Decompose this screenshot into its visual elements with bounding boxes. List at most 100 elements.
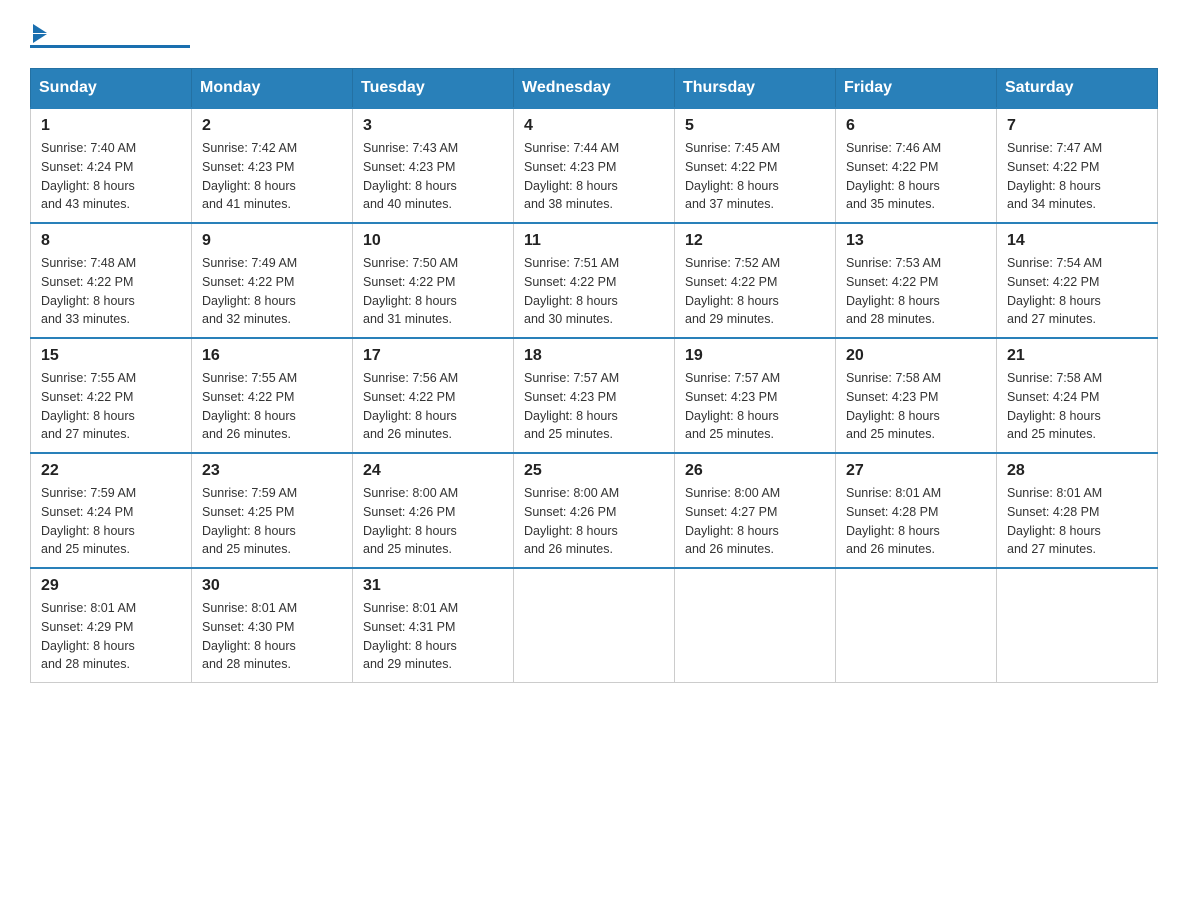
day-info: Sunrise: 7:45 AM Sunset: 4:22 PM Dayligh… bbox=[685, 139, 825, 214]
day-number: 9 bbox=[202, 232, 342, 250]
col-header-sunday: Sunday bbox=[31, 69, 192, 109]
day-number: 19 bbox=[685, 347, 825, 365]
day-info: Sunrise: 7:44 AM Sunset: 4:23 PM Dayligh… bbox=[524, 139, 664, 214]
calendar-cell: 17 Sunrise: 7:56 AM Sunset: 4:22 PM Dayl… bbox=[353, 338, 514, 453]
day-info: Sunrise: 7:50 AM Sunset: 4:22 PM Dayligh… bbox=[363, 254, 503, 329]
calendar-cell: 7 Sunrise: 7:47 AM Sunset: 4:22 PM Dayli… bbox=[997, 108, 1158, 223]
day-number: 7 bbox=[1007, 117, 1147, 135]
day-info: Sunrise: 8:01 AM Sunset: 4:30 PM Dayligh… bbox=[202, 599, 342, 674]
day-info: Sunrise: 8:00 AM Sunset: 4:27 PM Dayligh… bbox=[685, 484, 825, 559]
calendar-cell: 26 Sunrise: 8:00 AM Sunset: 4:27 PM Dayl… bbox=[675, 453, 836, 568]
day-info: Sunrise: 8:01 AM Sunset: 4:28 PM Dayligh… bbox=[1007, 484, 1147, 559]
calendar-cell: 8 Sunrise: 7:48 AM Sunset: 4:22 PM Dayli… bbox=[31, 223, 192, 338]
calendar-cell: 29 Sunrise: 8:01 AM Sunset: 4:29 PM Dayl… bbox=[31, 568, 192, 683]
day-number: 11 bbox=[524, 232, 664, 250]
day-info: Sunrise: 8:01 AM Sunset: 4:28 PM Dayligh… bbox=[846, 484, 986, 559]
day-info: Sunrise: 7:52 AM Sunset: 4:22 PM Dayligh… bbox=[685, 254, 825, 329]
day-info: Sunrise: 7:59 AM Sunset: 4:25 PM Dayligh… bbox=[202, 484, 342, 559]
col-header-monday: Monday bbox=[192, 69, 353, 109]
day-number: 25 bbox=[524, 462, 664, 480]
calendar-cell: 11 Sunrise: 7:51 AM Sunset: 4:22 PM Dayl… bbox=[514, 223, 675, 338]
day-info: Sunrise: 7:58 AM Sunset: 4:23 PM Dayligh… bbox=[846, 369, 986, 444]
day-info: Sunrise: 7:48 AM Sunset: 4:22 PM Dayligh… bbox=[41, 254, 181, 329]
day-info: Sunrise: 7:47 AM Sunset: 4:22 PM Dayligh… bbox=[1007, 139, 1147, 214]
calendar-cell: 20 Sunrise: 7:58 AM Sunset: 4:23 PM Dayl… bbox=[836, 338, 997, 453]
day-info: Sunrise: 7:57 AM Sunset: 4:23 PM Dayligh… bbox=[685, 369, 825, 444]
day-number: 18 bbox=[524, 347, 664, 365]
calendar-week-row: 1 Sunrise: 7:40 AM Sunset: 4:24 PM Dayli… bbox=[31, 108, 1158, 223]
calendar-cell: 10 Sunrise: 7:50 AM Sunset: 4:22 PM Dayl… bbox=[353, 223, 514, 338]
day-number: 26 bbox=[685, 462, 825, 480]
day-number: 20 bbox=[846, 347, 986, 365]
day-info: Sunrise: 7:43 AM Sunset: 4:23 PM Dayligh… bbox=[363, 139, 503, 214]
logo bbox=[30, 20, 190, 48]
col-header-tuesday: Tuesday bbox=[353, 69, 514, 109]
calendar-cell bbox=[836, 568, 997, 683]
calendar-cell: 6 Sunrise: 7:46 AM Sunset: 4:22 PM Dayli… bbox=[836, 108, 997, 223]
day-info: Sunrise: 7:55 AM Sunset: 4:22 PM Dayligh… bbox=[41, 369, 181, 444]
calendar-cell: 22 Sunrise: 7:59 AM Sunset: 4:24 PM Dayl… bbox=[31, 453, 192, 568]
day-number: 8 bbox=[41, 232, 181, 250]
day-info: Sunrise: 7:57 AM Sunset: 4:23 PM Dayligh… bbox=[524, 369, 664, 444]
day-info: Sunrise: 7:55 AM Sunset: 4:22 PM Dayligh… bbox=[202, 369, 342, 444]
day-number: 23 bbox=[202, 462, 342, 480]
day-info: Sunrise: 7:54 AM Sunset: 4:22 PM Dayligh… bbox=[1007, 254, 1147, 329]
day-number: 14 bbox=[1007, 232, 1147, 250]
col-header-friday: Friday bbox=[836, 69, 997, 109]
day-number: 29 bbox=[41, 577, 181, 595]
calendar-week-row: 8 Sunrise: 7:48 AM Sunset: 4:22 PM Dayli… bbox=[31, 223, 1158, 338]
day-number: 28 bbox=[1007, 462, 1147, 480]
day-info: Sunrise: 7:51 AM Sunset: 4:22 PM Dayligh… bbox=[524, 254, 664, 329]
day-number: 31 bbox=[363, 577, 503, 595]
page-header bbox=[30, 20, 1158, 48]
day-info: Sunrise: 7:58 AM Sunset: 4:24 PM Dayligh… bbox=[1007, 369, 1147, 444]
day-number: 21 bbox=[1007, 347, 1147, 365]
calendar-cell: 19 Sunrise: 7:57 AM Sunset: 4:23 PM Dayl… bbox=[675, 338, 836, 453]
day-number: 1 bbox=[41, 117, 181, 135]
day-info: Sunrise: 7:49 AM Sunset: 4:22 PM Dayligh… bbox=[202, 254, 342, 329]
calendar-cell: 16 Sunrise: 7:55 AM Sunset: 4:22 PM Dayl… bbox=[192, 338, 353, 453]
day-number: 16 bbox=[202, 347, 342, 365]
calendar-cell: 23 Sunrise: 7:59 AM Sunset: 4:25 PM Dayl… bbox=[192, 453, 353, 568]
day-number: 30 bbox=[202, 577, 342, 595]
day-number: 24 bbox=[363, 462, 503, 480]
day-number: 10 bbox=[363, 232, 503, 250]
day-info: Sunrise: 7:53 AM Sunset: 4:22 PM Dayligh… bbox=[846, 254, 986, 329]
day-number: 3 bbox=[363, 117, 503, 135]
calendar-cell: 15 Sunrise: 7:55 AM Sunset: 4:22 PM Dayl… bbox=[31, 338, 192, 453]
calendar-cell: 3 Sunrise: 7:43 AM Sunset: 4:23 PM Dayli… bbox=[353, 108, 514, 223]
day-info: Sunrise: 7:46 AM Sunset: 4:22 PM Dayligh… bbox=[846, 139, 986, 214]
col-header-thursday: Thursday bbox=[675, 69, 836, 109]
calendar-cell: 2 Sunrise: 7:42 AM Sunset: 4:23 PM Dayli… bbox=[192, 108, 353, 223]
col-header-saturday: Saturday bbox=[997, 69, 1158, 109]
calendar-cell: 18 Sunrise: 7:57 AM Sunset: 4:23 PM Dayl… bbox=[514, 338, 675, 453]
calendar-cell: 9 Sunrise: 7:49 AM Sunset: 4:22 PM Dayli… bbox=[192, 223, 353, 338]
day-number: 15 bbox=[41, 347, 181, 365]
calendar-week-row: 29 Sunrise: 8:01 AM Sunset: 4:29 PM Dayl… bbox=[31, 568, 1158, 683]
calendar-cell: 31 Sunrise: 8:01 AM Sunset: 4:31 PM Dayl… bbox=[353, 568, 514, 683]
calendar-cell: 13 Sunrise: 7:53 AM Sunset: 4:22 PM Dayl… bbox=[836, 223, 997, 338]
col-header-wednesday: Wednesday bbox=[514, 69, 675, 109]
calendar-cell: 1 Sunrise: 7:40 AM Sunset: 4:24 PM Dayli… bbox=[31, 108, 192, 223]
day-info: Sunrise: 7:59 AM Sunset: 4:24 PM Dayligh… bbox=[41, 484, 181, 559]
day-number: 22 bbox=[41, 462, 181, 480]
calendar-cell: 27 Sunrise: 8:01 AM Sunset: 4:28 PM Dayl… bbox=[836, 453, 997, 568]
calendar-week-row: 22 Sunrise: 7:59 AM Sunset: 4:24 PM Dayl… bbox=[31, 453, 1158, 568]
day-info: Sunrise: 8:01 AM Sunset: 4:29 PM Dayligh… bbox=[41, 599, 181, 674]
calendar-cell: 12 Sunrise: 7:52 AM Sunset: 4:22 PM Dayl… bbox=[675, 223, 836, 338]
calendar-cell: 21 Sunrise: 7:58 AM Sunset: 4:24 PM Dayl… bbox=[997, 338, 1158, 453]
day-number: 6 bbox=[846, 117, 986, 135]
calendar-cell bbox=[514, 568, 675, 683]
calendar-cell: 5 Sunrise: 7:45 AM Sunset: 4:22 PM Dayli… bbox=[675, 108, 836, 223]
day-info: Sunrise: 8:00 AM Sunset: 4:26 PM Dayligh… bbox=[524, 484, 664, 559]
day-number: 2 bbox=[202, 117, 342, 135]
calendar-cell: 4 Sunrise: 7:44 AM Sunset: 4:23 PM Dayli… bbox=[514, 108, 675, 223]
calendar-header-row: SundayMondayTuesdayWednesdayThursdayFrid… bbox=[31, 69, 1158, 109]
calendar-cell: 30 Sunrise: 8:01 AM Sunset: 4:30 PM Dayl… bbox=[192, 568, 353, 683]
calendar-table: SundayMondayTuesdayWednesdayThursdayFrid… bbox=[30, 68, 1158, 683]
day-info: Sunrise: 7:56 AM Sunset: 4:22 PM Dayligh… bbox=[363, 369, 503, 444]
calendar-cell: 25 Sunrise: 8:00 AM Sunset: 4:26 PM Dayl… bbox=[514, 453, 675, 568]
day-number: 4 bbox=[524, 117, 664, 135]
calendar-cell: 14 Sunrise: 7:54 AM Sunset: 4:22 PM Dayl… bbox=[997, 223, 1158, 338]
day-info: Sunrise: 8:00 AM Sunset: 4:26 PM Dayligh… bbox=[363, 484, 503, 559]
